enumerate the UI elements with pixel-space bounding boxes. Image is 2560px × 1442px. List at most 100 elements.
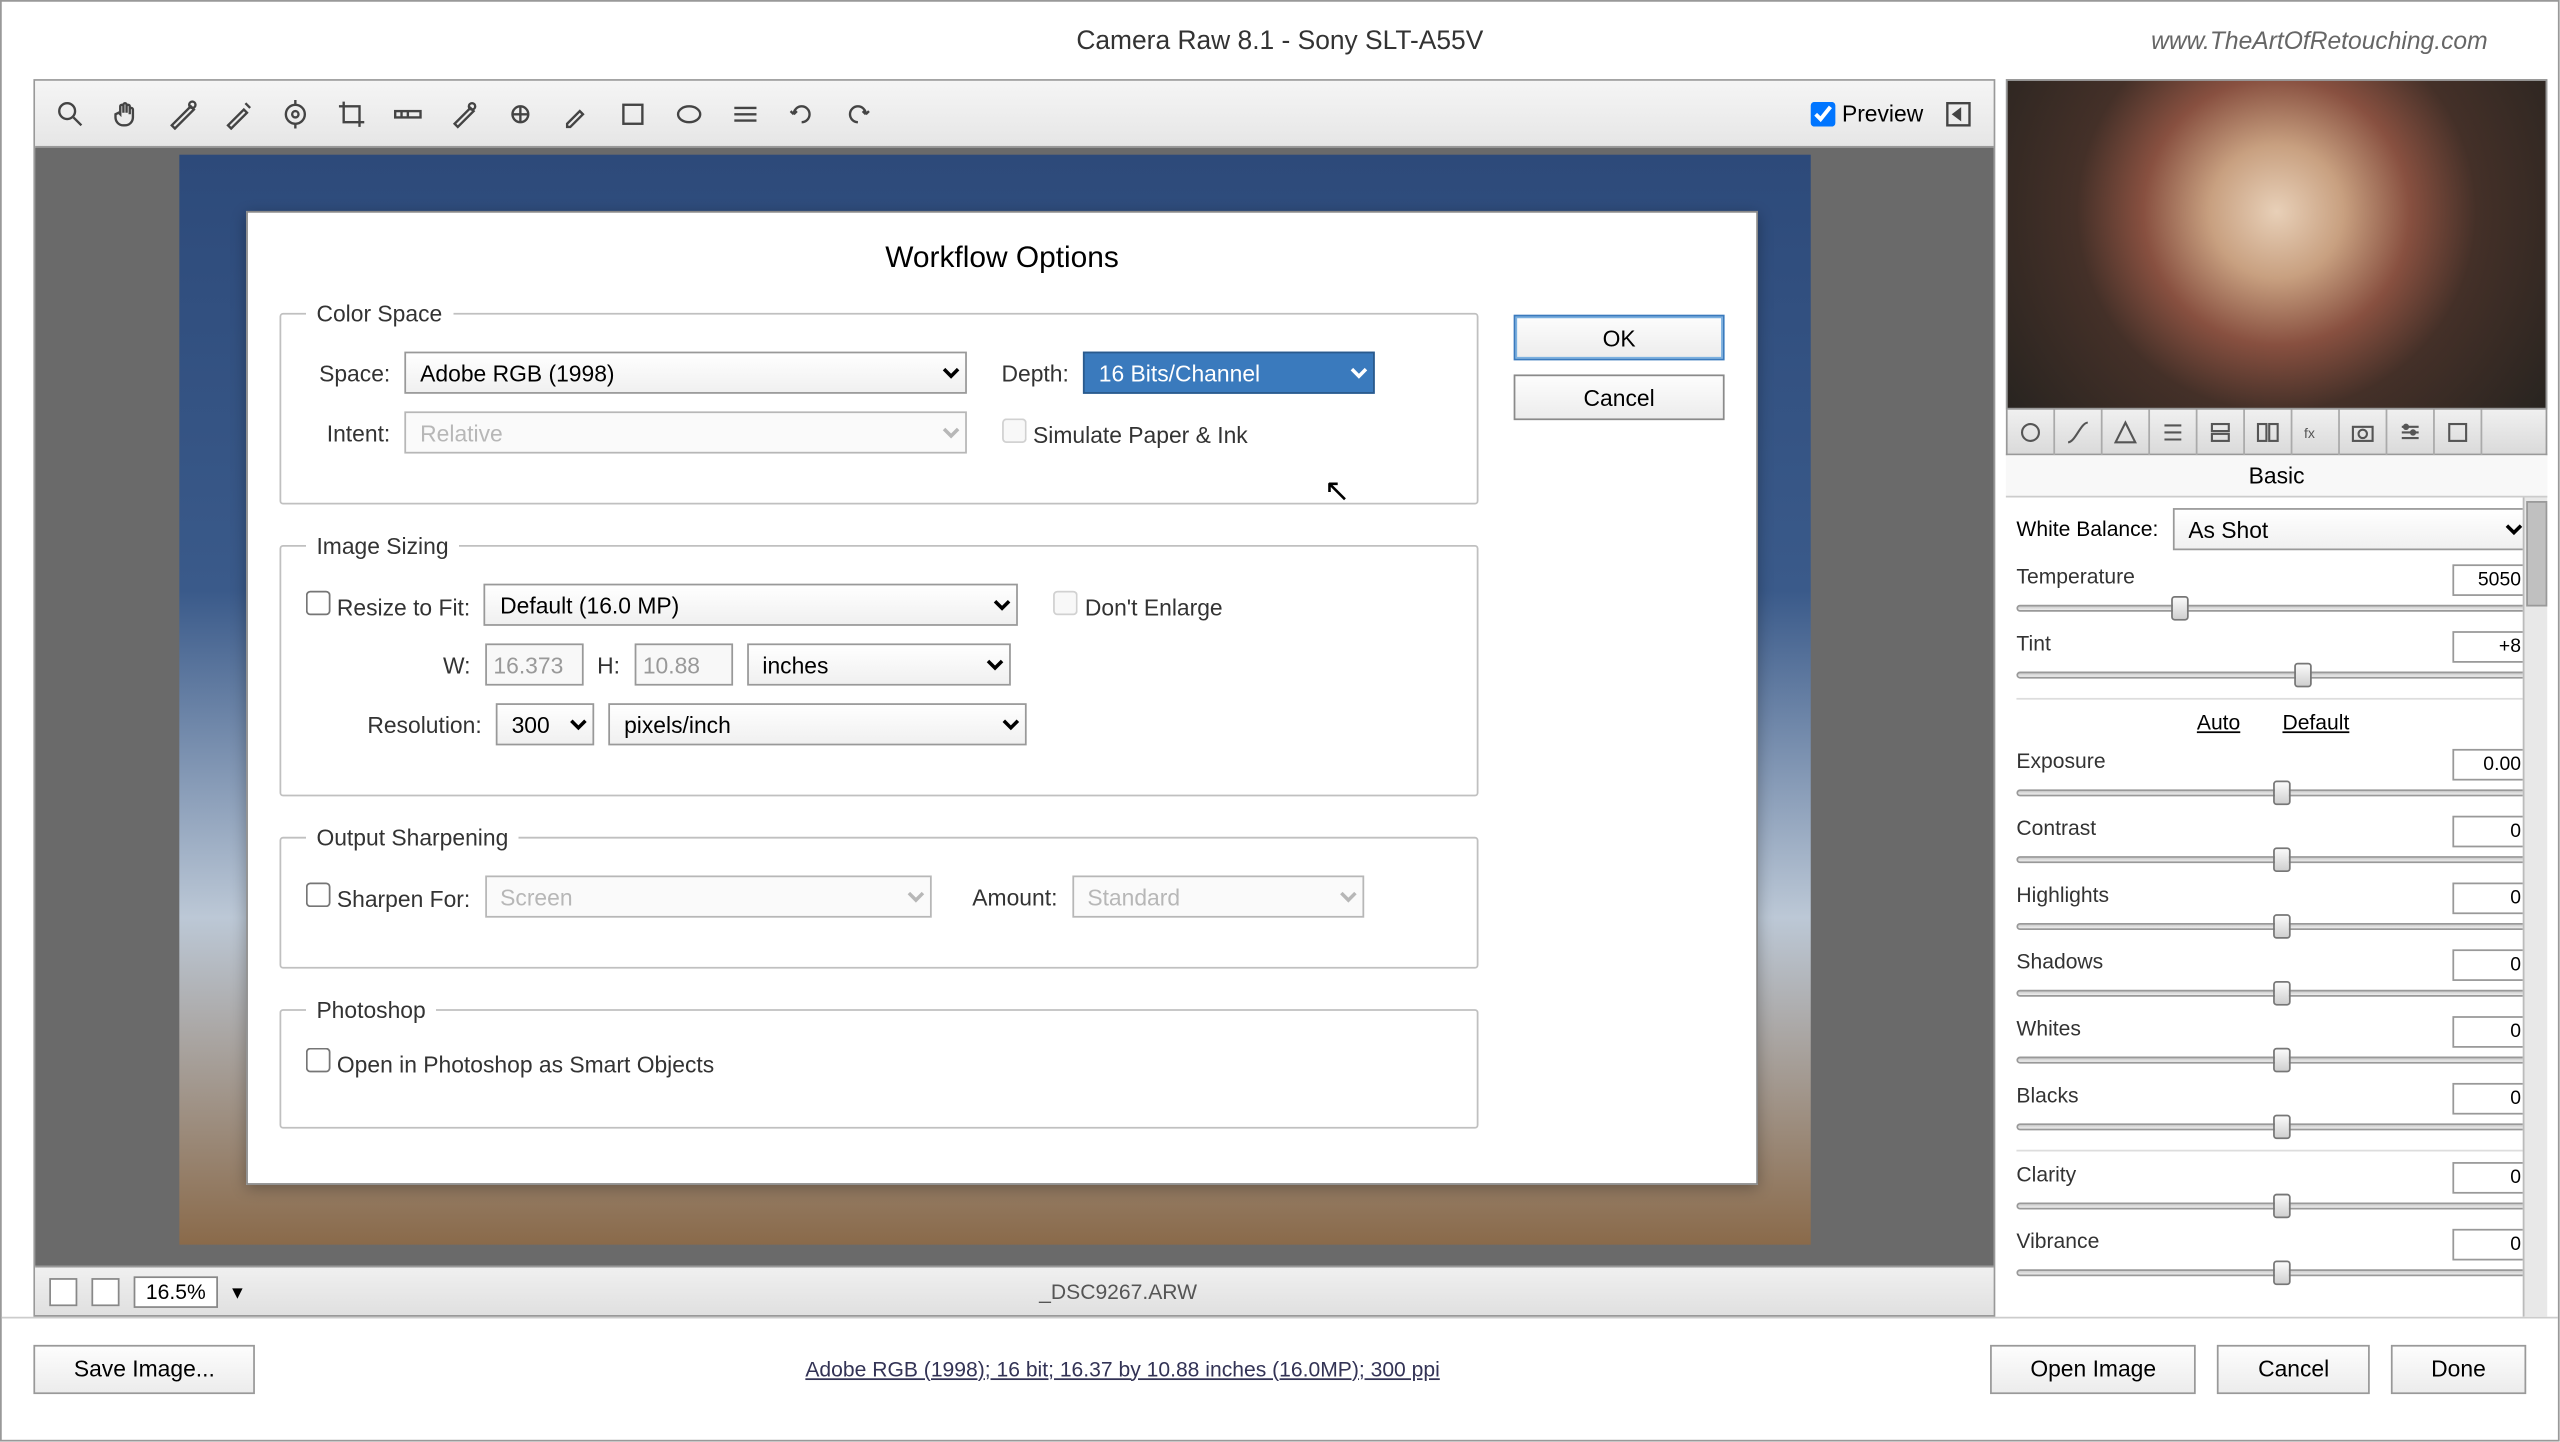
contrast-slider[interactable] (2016, 847, 2529, 872)
watermark: www.TheArtOfRetouching.com (2151, 26, 2487, 54)
save-image-button[interactable]: Save Image... (33, 1344, 255, 1393)
intent-select[interactable]: Relative (404, 411, 967, 453)
fullscreen-icon[interactable] (1937, 92, 1979, 134)
white-balance-tool-icon[interactable] (162, 92, 204, 134)
adjustment-tint: Tint (2016, 631, 2529, 687)
amount-select[interactable]: Standard (1072, 875, 1364, 917)
clarity-slider[interactable] (2016, 1194, 2529, 1219)
shadows-slider[interactable] (2016, 981, 2529, 1006)
blacks-slider[interactable] (2016, 1115, 2529, 1140)
graduated-filter-tool-icon[interactable] (612, 92, 654, 134)
vibrance-input[interactable] (2452, 1229, 2529, 1261)
smart-objects-checkbox[interactable]: Open in Photoshop as Smart Objects (306, 1048, 714, 1078)
curves-tab-icon[interactable] (2055, 409, 2102, 455)
ok-button[interactable]: OK (1514, 315, 1725, 361)
done-button[interactable]: Done (2391, 1344, 2527, 1393)
preview-checkbox[interactable]: Preview (1810, 100, 1923, 126)
sharpen-checkbox[interactable]: Sharpen For: (306, 882, 470, 912)
snapshots-tab-icon[interactable] (2435, 409, 2482, 455)
basic-tab-icon[interactable] (2008, 409, 2055, 455)
workflow-options-dialog: Workflow Options Color Space Space: Adob… (246, 211, 1758, 1185)
photoshop-fieldset: Photoshop Open in Photoshop as Smart Obj… (280, 997, 1479, 1129)
crop-tool-icon[interactable] (331, 92, 373, 134)
resize-checkbox[interactable]: Resize to Fit: (306, 590, 470, 620)
default-link[interactable]: Default (2282, 710, 2349, 735)
blacks-input[interactable] (2452, 1083, 2529, 1115)
status-bar: 16.5% ▾ _DSC9267.ARW (35, 1266, 1993, 1315)
shadows-input[interactable] (2452, 949, 2529, 981)
temperature-slider[interactable] (2016, 596, 2529, 621)
bottom-bar: Save Image... Adobe RGB (1998); 16 bit; … (2, 1317, 2558, 1419)
auto-link[interactable]: Auto (2197, 710, 2240, 735)
whites-input[interactable] (2452, 1016, 2529, 1048)
height-input[interactable] (634, 643, 732, 685)
workflow-link[interactable]: Adobe RGB (1998); 16 bit; 16.37 by 10.88… (276, 1356, 1968, 1381)
highlights-input[interactable] (2452, 883, 2529, 915)
clarity-input[interactable] (2452, 1162, 2529, 1194)
resolution-input[interactable]: 300 (496, 703, 594, 745)
temperature-input[interactable] (2452, 564, 2529, 596)
resolution-unit-select[interactable]: pixels/inch (608, 703, 1026, 745)
panel-tabstrip: fx (2006, 410, 2547, 456)
radial-filter-tool-icon[interactable] (668, 92, 710, 134)
white-balance-select[interactable]: As Shot (2172, 508, 2529, 550)
panel-title: Basic (2006, 455, 2547, 497)
dialog-title: Workflow Options (280, 234, 1725, 301)
image-canvas[interactable]: Workflow Options Color Space Space: Adob… (35, 148, 1993, 1266)
hsl-tab-icon[interactable] (2150, 409, 2197, 455)
basic-panel: White Balance: As Shot TemperatureTintAu… (2006, 498, 2547, 1317)
detail-tab-icon[interactable] (2103, 409, 2150, 455)
presets-tab-icon[interactable] (2387, 409, 2434, 455)
sharpen-select[interactable]: Screen (484, 875, 931, 917)
zoom-level[interactable]: 16.5% (134, 1275, 218, 1307)
bottom-cancel-button[interactable]: Cancel (2218, 1344, 2370, 1393)
highlights-slider[interactable] (2016, 914, 2529, 939)
status-icon-2[interactable] (91, 1277, 119, 1305)
status-icon-1[interactable] (49, 1277, 77, 1305)
output-sharpening-fieldset: Output Sharpening Sharpen For: Screen Am… (280, 825, 1479, 969)
targeted-adjustment-tool-icon[interactable] (274, 92, 316, 134)
whites-slider[interactable] (2016, 1048, 2529, 1073)
preferences-tool-icon[interactable] (724, 92, 766, 134)
color-sampler-tool-icon[interactable] (218, 92, 260, 134)
vibrance-slider[interactable] (2016, 1260, 2529, 1285)
open-image-button[interactable]: Open Image (1990, 1344, 2197, 1393)
resize-select[interactable]: Default (16.0 MP) (484, 584, 1018, 626)
adjustment-blacks: Blacks (2016, 1083, 2529, 1139)
camera-tab-icon[interactable] (2340, 409, 2387, 455)
hand-tool-icon[interactable] (105, 92, 147, 134)
rotate-cw-icon[interactable] (837, 92, 879, 134)
red-eye-tool-icon[interactable] (499, 92, 541, 134)
width-input[interactable] (485, 643, 583, 685)
adjustment-brush-tool-icon[interactable] (556, 92, 598, 134)
contrast-input[interactable] (2452, 816, 2529, 848)
lens-tab-icon[interactable] (2245, 409, 2292, 455)
adjustment-vibrance: Vibrance (2016, 1229, 2529, 1285)
adjustment-temperature: Temperature (2016, 564, 2529, 620)
adjustment-clarity: Clarity (2016, 1162, 2529, 1218)
histogram (2006, 79, 2547, 410)
filename: _DSC9267.ARW (257, 1279, 1980, 1304)
dont-enlarge-checkbox[interactable]: Don't Enlarge (1054, 590, 1223, 620)
image-sizing-fieldset: Image Sizing Resize to Fit: Default (16.… (280, 533, 1479, 797)
zoom-tool-icon[interactable] (49, 92, 91, 134)
adjustment-shadows: Shadows (2016, 949, 2529, 1005)
tint-input[interactable] (2452, 631, 2529, 663)
panel-scrollbar[interactable] (2523, 498, 2548, 1317)
straighten-tool-icon[interactable] (387, 92, 429, 134)
space-select[interactable]: Adobe RGB (1998) (404, 352, 967, 394)
split-tone-tab-icon[interactable] (2198, 409, 2245, 455)
tint-slider[interactable] (2016, 663, 2529, 688)
fx-tab-icon[interactable]: fx (2292, 409, 2339, 455)
color-space-fieldset: Color Space Space: Adobe RGB (1998) Dept… (280, 301, 1479, 505)
unit-select[interactable]: inches (747, 643, 1011, 685)
cancel-button[interactable]: Cancel (1514, 374, 1725, 420)
rotate-ccw-icon[interactable] (781, 92, 823, 134)
simulate-checkbox[interactable]: Simulate Paper & Ink (1002, 418, 1248, 448)
exposure-input[interactable] (2452, 749, 2529, 781)
adjustment-contrast: Contrast (2016, 816, 2529, 872)
depth-select[interactable]: 16 Bits/Channel (1083, 352, 1375, 394)
zoom-dropdown-icon[interactable]: ▾ (232, 1279, 243, 1304)
exposure-slider[interactable] (2016, 781, 2529, 806)
spot-removal-tool-icon[interactable] (443, 92, 485, 134)
